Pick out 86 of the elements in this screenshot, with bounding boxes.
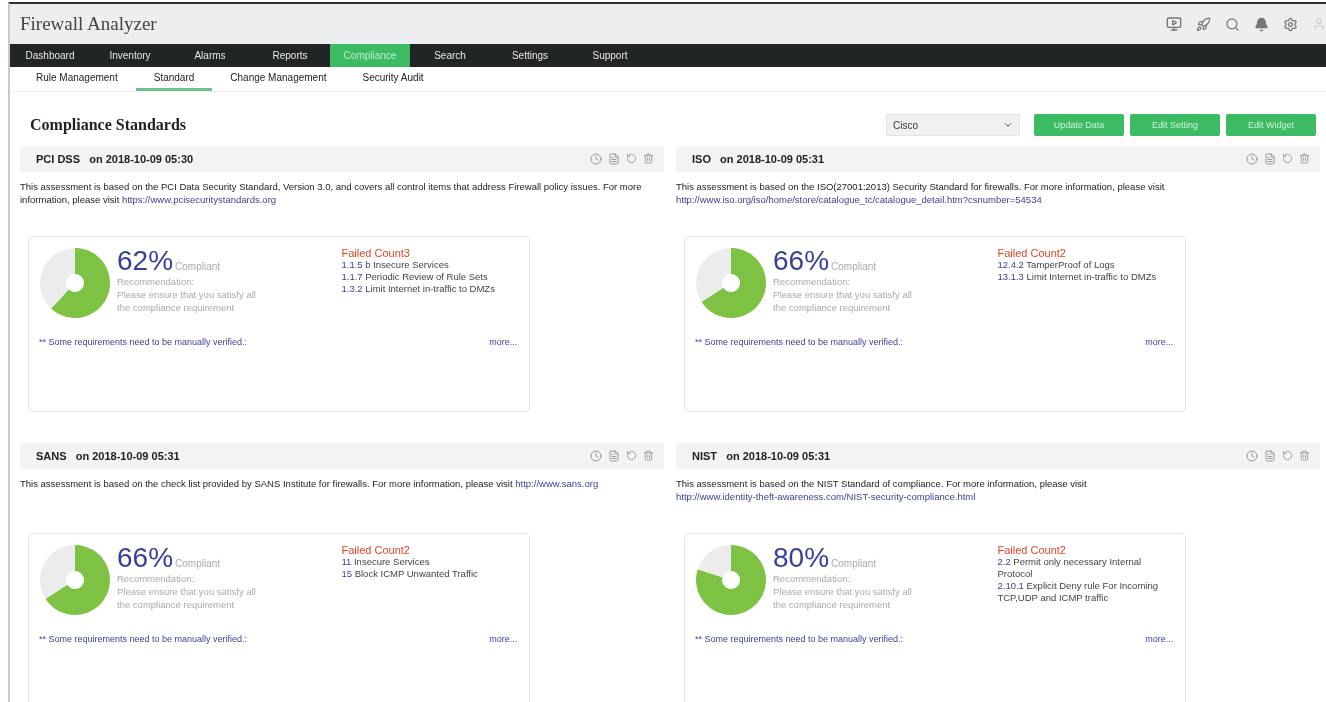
monitor-play-icon[interactable]: [1166, 16, 1182, 32]
widget-title: PCI DSS on 2018-10-09 05:30: [36, 153, 194, 165]
link[interactable]: http://www.iso.org/iso/home/store/catalogue_tc/catalogue_detail.htm?csnumber=54534: [676, 194, 1042, 205]
nav-tab[interactable]: Support: [570, 44, 650, 67]
percent-value: 66%: [117, 542, 174, 573]
document-icon[interactable]: [1264, 450, 1276, 462]
refresh-icon[interactable]: [626, 153, 637, 164]
more-link[interactable]: more...: [489, 337, 518, 347]
percent-value: 80%: [773, 542, 830, 573]
nav-tab[interactable]: Settings: [490, 44, 570, 67]
more-link[interactable]: more...: [489, 634, 518, 644]
device-select[interactable]: Cisco: [886, 114, 1020, 136]
failed-count: Failed Count2: [997, 247, 1067, 259]
failed-count: Failed Count2: [997, 544, 1067, 556]
recommendation-label: Recommendation:: [117, 275, 196, 288]
manual-note: ** Some requirements need to be manually verified.:: [39, 337, 248, 347]
failed-item: 1.1.5 b Insecure Services: [341, 259, 450, 271]
subnav-tab[interactable]: Security Audit: [344, 67, 442, 91]
trash-icon[interactable]: [1299, 153, 1310, 164]
description: This assessment is based on the ISO(27001:2013) Security Standard for firewalls. For more information, please visit http://www.iso.org/iso/home/store/catalogue_tc/catalogue_detail.htm?csnumber=54534: [676, 180, 1166, 207]
link[interactable]: http://www.identity-theft-awareness.com/NIST-security-compliance.html: [676, 491, 976, 502]
clock-icon[interactable]: [590, 153, 602, 165]
nav-tab[interactable]: Dashboard: [10, 44, 90, 67]
subnav-tab[interactable]: Rule Management: [18, 67, 136, 91]
link[interactable]: http://www.sans.org: [515, 478, 599, 489]
refresh-icon[interactable]: [1282, 450, 1293, 461]
recommendation-label: Recommendation:: [773, 572, 852, 585]
failed-item: 15 Block ICMP Unwanted Traffic: [341, 568, 479, 580]
failed-item: 2.10.1 Explicit Deny rule For Incoming TCP,UDP and ICMP traffic: [997, 580, 1159, 604]
rocket-icon[interactable]: [1196, 16, 1211, 32]
caret-icon: [1003, 120, 1013, 130]
clock-icon[interactable]: [590, 450, 602, 462]
trash-icon[interactable]: [643, 153, 654, 164]
app-title: Firewall Analyzer: [20, 13, 157, 35]
clock-icon[interactable]: [1246, 153, 1258, 165]
description: This assessment is based on the NIST Standard of compliance. For more information, please visit http://www.identity-theft-awareness.com/NIST-security-compliance.html: [676, 477, 1088, 504]
manual-note: ** Some requirements need to be manually verified.:: [695, 634, 904, 644]
manual-note: ** Some requirements need to be manually verified.:: [39, 634, 248, 644]
compliant-label: Compliant: [175, 558, 221, 569]
recommendation-text: Please ensure that you satisfy all the compliance requirement: [773, 288, 913, 314]
nav-tab[interactable]: Inventory: [90, 44, 170, 67]
widget-title: NIST on 2018-10-09 05:31: [692, 450, 831, 462]
page-title: Compliance Standards: [30, 116, 187, 134]
subnav-tab[interactable]: Standard: [135, 67, 213, 91]
document-icon[interactable]: [608, 153, 620, 165]
percent-value: 66%: [773, 245, 830, 276]
widget-title: SANS on 2018-10-09 05:31: [36, 450, 180, 462]
subnav-tab[interactable]: Change Management: [212, 67, 345, 91]
recommendation-label: Recommendation:: [117, 572, 196, 585]
document-icon[interactable]: [608, 450, 620, 462]
link[interactable]: https://www.pcisecuritystandards.org: [121, 194, 277, 205]
user-avatar-icon[interactable]: [1312, 17, 1326, 31]
failed-item: 11 Insecure Services: [341, 556, 431, 568]
refresh-icon[interactable]: [1282, 153, 1293, 164]
nav-tab[interactable]: Alarms: [170, 44, 250, 67]
recommendation-text: Please ensure that you satisfy all the compliance requirement: [117, 288, 257, 314]
recommendation-text: Please ensure that you satisfy all the compliance requirement: [117, 585, 257, 611]
trash-icon[interactable]: [643, 450, 654, 461]
nav-tab[interactable]: Reports: [250, 44, 330, 67]
failed-item: 12.4.2 TamperProof of Logs: [997, 259, 1116, 271]
compliant-label: Compliant: [175, 261, 221, 272]
description: This assessment is based on the PCI Data Security Standard, Version 3.0, and covers all control items that address Firewall policy issues. For more information, please visit https://www.pcisecuritystandards.org: [20, 180, 643, 207]
failed-count: Failed Count3: [341, 247, 411, 259]
search-icon[interactable]: [1225, 16, 1240, 32]
compliant-label: Compliant: [831, 558, 877, 569]
document-icon[interactable]: [1264, 153, 1276, 165]
widget-title: ISO on 2018-10-09 05:31: [692, 153, 825, 165]
manual-note: ** Some requirements need to be manually verified.:: [695, 337, 904, 347]
more-link[interactable]: more...: [1145, 634, 1174, 644]
failed-item: 2.2 Permit only necessary Internal Protocol: [997, 556, 1143, 580]
settings-icon[interactable]: [1283, 16, 1298, 32]
description: This assessment is based on the check list provided by SANS Institute for firewalls. For more information, please visit http://www.sans.org: [20, 477, 600, 491]
percent-value: 62%: [117, 245, 174, 276]
clock-icon[interactable]: [1246, 450, 1258, 462]
nav-tab[interactable]: Search: [410, 44, 490, 67]
recommendation-text: Please ensure that you satisfy all the compliance requirement: [773, 585, 913, 611]
failed-count: Failed Count2: [341, 544, 411, 556]
more-link[interactable]: more...: [1145, 337, 1174, 347]
recommendation-label: Recommendation:: [773, 275, 852, 288]
refresh-icon[interactable]: [626, 450, 637, 461]
failed-item: 13.1.3 Limit Internet in-traffic to DMZs: [997, 271, 1158, 283]
failed-item: 1.3.2 Limit Internet in-traffic to DMZs: [341, 283, 496, 295]
trash-icon[interactable]: [1299, 450, 1310, 461]
failed-item: 1.1.7 Periodic Review of Rule Sets: [341, 271, 489, 283]
bell-icon[interactable]: [1254, 16, 1269, 32]
compliant-label: Compliant: [831, 261, 877, 272]
